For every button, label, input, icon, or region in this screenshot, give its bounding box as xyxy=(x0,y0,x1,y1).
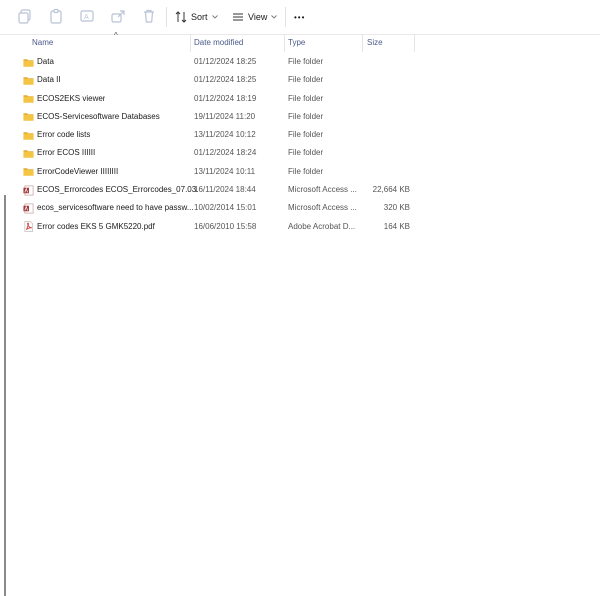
file-date-modified: 01/12/2024 18:25 xyxy=(194,75,257,85)
access-database-icon xyxy=(23,185,34,196)
more-icon: ••• xyxy=(294,12,306,22)
file-row[interactable]: Error code lists 13/11/2024 10:12 File fol… xyxy=(10,126,425,144)
file-size: 22,664 KB xyxy=(372,185,410,195)
column-divider[interactable] xyxy=(284,34,285,52)
paste-icon[interactable] xyxy=(48,8,64,24)
folder-icon xyxy=(23,77,34,85)
file-name: ECOS_Errorcodes ECOS_Errorcodes_07.03... xyxy=(37,185,198,195)
svg-text:A: A xyxy=(84,13,89,21)
file-size: 164 KB xyxy=(383,221,410,231)
share-icon[interactable] xyxy=(110,8,126,24)
file-name: Data II xyxy=(37,75,61,85)
file-name-cell[interactable]: Error code lists xyxy=(23,126,198,144)
toolbar-divider xyxy=(166,7,167,27)
file-name-cell[interactable]: ECOS2EKS viewer xyxy=(23,90,198,108)
file-date-modified: 13/11/2024 10:11 xyxy=(194,166,256,176)
file-size xyxy=(350,144,410,162)
column-divider[interactable] xyxy=(362,34,363,52)
file-row[interactable]: ecos_servicesoftware need to have passw.… xyxy=(10,199,425,217)
view-label: View xyxy=(248,12,268,22)
file-name: ErrorCodeViewer IIIIIIII xyxy=(37,166,119,176)
folder-icon xyxy=(23,131,34,140)
file-date-modified: 10/02/2014 15:01 xyxy=(194,203,257,213)
file-row[interactable]: ECOS2EKS viewer 01/12/2024 18:19 File fold… xyxy=(10,90,425,108)
file-size xyxy=(350,90,410,108)
toolbar-divider xyxy=(285,7,286,27)
view-button[interactable]: View xyxy=(232,6,278,28)
folder-icon xyxy=(23,58,34,67)
file-name: ECOS2EKS viewer xyxy=(37,93,106,103)
file-row[interactable]: Error ECOS IIIIII 01/12/2024 18:24 File fo… xyxy=(10,144,425,162)
file-date-modified: 16/11/2024 18:44 xyxy=(194,185,256,195)
file-name: Error ECOS IIIIII xyxy=(37,148,96,158)
file-name: Error code lists xyxy=(37,130,91,140)
sort-indicator-icon: ^ xyxy=(114,31,118,40)
folder-icon xyxy=(23,168,34,176)
column-header: ^ Name Date modified Type Size xyxy=(10,31,415,52)
delete-icon[interactable] xyxy=(141,8,157,24)
view-list-icon xyxy=(233,13,243,21)
pdf-icon xyxy=(24,221,33,233)
sort-button[interactable]: Sort xyxy=(175,6,218,28)
column-name[interactable]: Name xyxy=(32,34,53,52)
sort-label: Sort xyxy=(191,12,208,22)
file-row[interactable]: ECOS-Servicesoftware Databases 19/11/2024… xyxy=(10,108,425,126)
column-divider[interactable] xyxy=(414,34,415,52)
file-row[interactable]: ErrorCodeViewer IIIIIIII 13/11/2024 10:11… xyxy=(10,163,425,181)
column-size[interactable]: Size xyxy=(367,34,383,52)
file-size: 320 KB xyxy=(383,203,410,213)
file-name-cell[interactable]: ECOS-Servicesoftware Databases xyxy=(23,108,198,126)
file-date-modified: 01/12/2024 18:24 xyxy=(194,148,257,158)
file-size xyxy=(350,71,410,89)
file-date-modified: 19/11/2024 11:20 xyxy=(194,111,256,121)
file-name-cell[interactable]: Data II xyxy=(23,71,198,89)
rename-icon[interactable]: A xyxy=(79,8,95,24)
file-size xyxy=(350,163,410,181)
copy-icon[interactable] xyxy=(17,8,33,24)
file-row[interactable]: Data II 01/12/2024 18:25 File folder xyxy=(10,71,425,89)
command-bar: A Sort View ••• xyxy=(0,0,600,35)
file-row[interactable]: Error codes EKS 5 GMK5220.pdf 16/06/2010 … xyxy=(10,218,425,236)
file-size xyxy=(350,108,410,126)
file-name: ecos_servicesoftware need to have passw.… xyxy=(37,203,194,213)
access-database-icon xyxy=(23,203,34,214)
file-name-cell[interactable]: Error codes EKS 5 GMK5220.pdf xyxy=(23,218,198,236)
file-name-cell[interactable]: ErrorCodeViewer IIIIIIII xyxy=(23,163,198,181)
file-date-modified: 16/06/2010 15:58 xyxy=(194,221,257,231)
file-size xyxy=(350,126,410,144)
sort-icon xyxy=(175,11,187,23)
column-date-modified[interactable]: Date modified xyxy=(194,34,243,52)
file-size xyxy=(350,53,410,71)
column-divider[interactable] xyxy=(190,34,191,52)
column-type[interactable]: Type xyxy=(288,34,305,52)
scrollbar[interactable] xyxy=(4,195,6,596)
file-row[interactable]: Data 01/12/2024 18:25 File folder xyxy=(10,53,425,71)
file-row[interactable]: ECOS_Errorcodes ECOS_Errorcodes_07.03...… xyxy=(10,181,425,199)
file-date-modified: 13/11/2024 10:12 xyxy=(194,130,256,140)
file-name-cell[interactable]: ecos_servicesoftware need to have passw.… xyxy=(23,199,198,217)
folder-icon xyxy=(23,150,34,158)
file-date-modified: 01/12/2024 18:19 xyxy=(194,93,257,103)
folder-icon xyxy=(23,113,34,122)
file-list: Data 01/12/2024 18:25 File folder Data II 01… xyxy=(10,53,425,236)
file-name-cell[interactable]: ECOS_Errorcodes ECOS_Errorcodes_07.03... xyxy=(23,181,198,199)
chevron-down-icon xyxy=(211,15,218,19)
file-date-modified: 01/12/2024 18:25 xyxy=(194,57,257,66)
more-options-button[interactable]: ••• xyxy=(294,6,305,28)
file-name: Error codes EKS 5 GMK5220.pdf xyxy=(37,221,155,231)
file-name: Data xyxy=(37,57,54,66)
file-name: ECOS-Servicesoftware Databases xyxy=(37,111,160,121)
folder-icon xyxy=(23,95,34,103)
file-name-cell[interactable]: Error ECOS IIIIII xyxy=(23,144,198,162)
chevron-down-icon xyxy=(271,15,278,19)
file-name-cell[interactable]: Data xyxy=(23,53,198,71)
